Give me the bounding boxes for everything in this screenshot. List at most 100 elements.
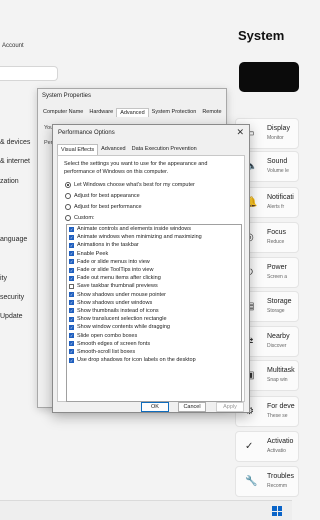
ok-button[interactable]: OK	[141, 402, 169, 412]
radio-button[interactable]	[65, 182, 71, 188]
option-label: Animate controls and elements inside win…	[77, 226, 192, 233]
settings-card-activation[interactable]: ✓ Activatio Activatio	[235, 431, 299, 462]
option-label: Smooth edges of screen fonts	[77, 340, 151, 347]
radio-label: Adjust for best appearance	[74, 193, 140, 199]
tab-visual-effects[interactable]: Visual Effects	[57, 144, 99, 155]
visual-effect-option[interactable]: ✓ Fade or slide menus into view	[67, 258, 241, 266]
option-label: Fade or slide ToolTips into view	[77, 267, 154, 274]
visual-effect-option[interactable]: ✓ Show translucent selection rectangle	[67, 315, 241, 323]
nav-item-bluetooth-devices[interactable]: & devices	[0, 139, 30, 146]
cancel-button[interactable]: Cancel	[178, 402, 206, 412]
checkbox-checked[interactable]: ✓	[69, 324, 74, 330]
checkbox-unchecked[interactable]	[69, 283, 74, 289]
apply-button[interactable]: Apply	[216, 402, 244, 412]
checkbox-checked[interactable]: ✓	[69, 267, 74, 273]
visual-effect-option[interactable]: ✓ Show shadows under windows	[67, 299, 241, 307]
option-label: Show shadows under windows	[77, 299, 153, 306]
visual-effect-option[interactable]: ✓ Show window contents while dragging	[67, 323, 241, 331]
checkbox-checked[interactable]: ✓	[69, 259, 74, 265]
checkbox-checked[interactable]: ✓	[69, 341, 74, 347]
radio-best-performance[interactable]: Adjust for best performance	[65, 204, 142, 210]
visual-effect-option[interactable]: ✓ Show shadows under mouse pointer	[67, 291, 241, 299]
option-label: Show thumbnails instead of icons	[77, 307, 159, 314]
system-properties-tabs: Computer Name Hardware Advanced System P…	[40, 108, 225, 117]
visual-effect-option[interactable]: ✓ Use drop shadows for icon labels on the…	[67, 356, 241, 364]
checkbox-checked[interactable]: ✓	[69, 300, 74, 306]
close-icon[interactable]: ✕	[236, 127, 244, 138]
tab-system-protection[interactable]: System Protection	[149, 108, 200, 117]
card-title: Activatio	[267, 438, 294, 445]
radio-best-appearance[interactable]: Adjust for best appearance	[65, 193, 140, 199]
option-label: Smooth-scroll list boxes	[77, 348, 136, 355]
visual-effect-option[interactable]: ✓ Smooth edges of screen fonts	[67, 340, 241, 348]
visual-effect-option[interactable]: ✓ Fade out menu items after clicking	[67, 274, 241, 282]
performance-options-tabs: Visual Effects Advanced Data Execution P…	[57, 144, 200, 155]
nav-item-time-language[interactable]: anguage	[0, 236, 27, 243]
visual-effect-option[interactable]: ✓ Animations in the taskbar	[67, 241, 241, 249]
tab-data-execution-prevention[interactable]: Data Execution Prevention	[129, 144, 200, 155]
radio-label: Custom:	[74, 215, 95, 221]
nav-item-accessibility[interactable]: ity	[0, 275, 7, 282]
card-subtitle: Storage	[267, 308, 285, 314]
card-title: Multitask	[267, 367, 295, 374]
radio-label: Adjust for best performance	[74, 204, 142, 210]
settings-card-troubleshoot[interactable]: 🔧 Troubles Recomm	[235, 466, 299, 497]
visual-effect-option[interactable]: ✓ Enable Peek	[67, 250, 241, 258]
card-title: Focus	[267, 229, 287, 236]
card-subtitle: Alerts fr	[267, 204, 285, 210]
option-label: Animations in the taskbar	[77, 242, 139, 249]
visual-effect-option[interactable]: ✓ Smooth-scroll list boxes	[67, 348, 241, 356]
performance-options-dialog: Performance Options ✕ Visual Effects Adv…	[52, 124, 250, 413]
checkbox-checked[interactable]: ✓	[69, 349, 74, 355]
tab-computer-name[interactable]: Computer Name	[40, 108, 86, 117]
nav-item-personalization[interactable]: zation	[0, 178, 19, 185]
visual-effect-option[interactable]: ✓ Fade or slide ToolTips into view	[67, 266, 241, 274]
troubleshoot-icon: 🔧	[245, 476, 258, 487]
option-label: Enable Peek	[77, 250, 109, 257]
taskbar	[0, 500, 292, 520]
visual-effects-list[interactable]: ✓ Animate controls and elements inside wi…	[66, 224, 242, 402]
visual-effect-option[interactable]: Save taskbar thumbnail previews	[67, 282, 241, 290]
card-subtitle: Recomm	[267, 483, 288, 489]
checkbox-checked[interactable]: ✓	[69, 242, 74, 248]
radio-label: Let Windows choose what's best for my co…	[74, 182, 195, 188]
nav-item-windows-update[interactable]: Update	[0, 313, 23, 320]
checkbox-checked[interactable]: ✓	[69, 316, 74, 322]
option-label: Fade or slide menus into view	[77, 258, 150, 265]
option-label: Show translucent selection rectangle	[77, 316, 167, 323]
radio-button[interactable]	[65, 204, 71, 210]
checkbox-checked[interactable]: ✓	[69, 292, 74, 298]
card-subtitle: Snap win	[267, 377, 288, 383]
tab-advanced[interactable]: Advanced	[98, 144, 128, 155]
checkbox-checked[interactable]: ✓	[69, 333, 74, 339]
checkbox-checked[interactable]: ✓	[69, 226, 74, 232]
tab-hardware[interactable]: Hardware	[86, 108, 116, 117]
windows-start-icon[interactable]	[272, 506, 282, 516]
checkbox-checked[interactable]: ✓	[69, 357, 74, 363]
checkbox-checked[interactable]: ✓	[69, 308, 74, 314]
panel-description: Select the settings you want to use for …	[64, 161, 208, 175]
visual-effect-option[interactable]: ✓ Animate windows when minimizing and max…	[67, 233, 241, 241]
radio-button[interactable]	[65, 215, 71, 221]
radio-let-windows-choose[interactable]: Let Windows choose what's best for my co…	[65, 182, 195, 188]
card-subtitle: Reduce	[267, 239, 285, 245]
checkbox-checked[interactable]: ✓	[69, 234, 74, 240]
card-subtitle: Volume le	[267, 168, 289, 174]
radio-custom[interactable]: Custom:	[65, 215, 94, 221]
option-label: Use drop shadows for icon labels on the …	[77, 357, 196, 364]
visual-effect-option[interactable]: ✓ Slide open combo boxes	[67, 331, 241, 339]
tab-advanced[interactable]: Advanced	[116, 108, 149, 117]
visual-effect-option[interactable]: ✓ Animate controls and elements inside wi…	[67, 225, 241, 233]
dialog-buttons: OK Cancel Apply	[53, 402, 251, 414]
nav-item-privacy-security[interactable]: security	[0, 294, 24, 301]
settings-search-input[interactable]	[0, 66, 58, 81]
card-title: Notificati	[267, 194, 294, 201]
visual-effect-option[interactable]: ✓ Show thumbnails instead of icons	[67, 307, 241, 315]
checkbox-checked[interactable]: ✓	[69, 275, 74, 281]
tab-remote[interactable]: Remote	[199, 108, 224, 117]
checkbox-checked[interactable]: ✓	[69, 251, 74, 257]
dialog-title: Performance Options	[58, 130, 115, 136]
option-label: Slide open combo boxes	[77, 332, 138, 339]
nav-item-network-internet[interactable]: & internet	[0, 158, 30, 165]
radio-button[interactable]	[65, 193, 71, 199]
